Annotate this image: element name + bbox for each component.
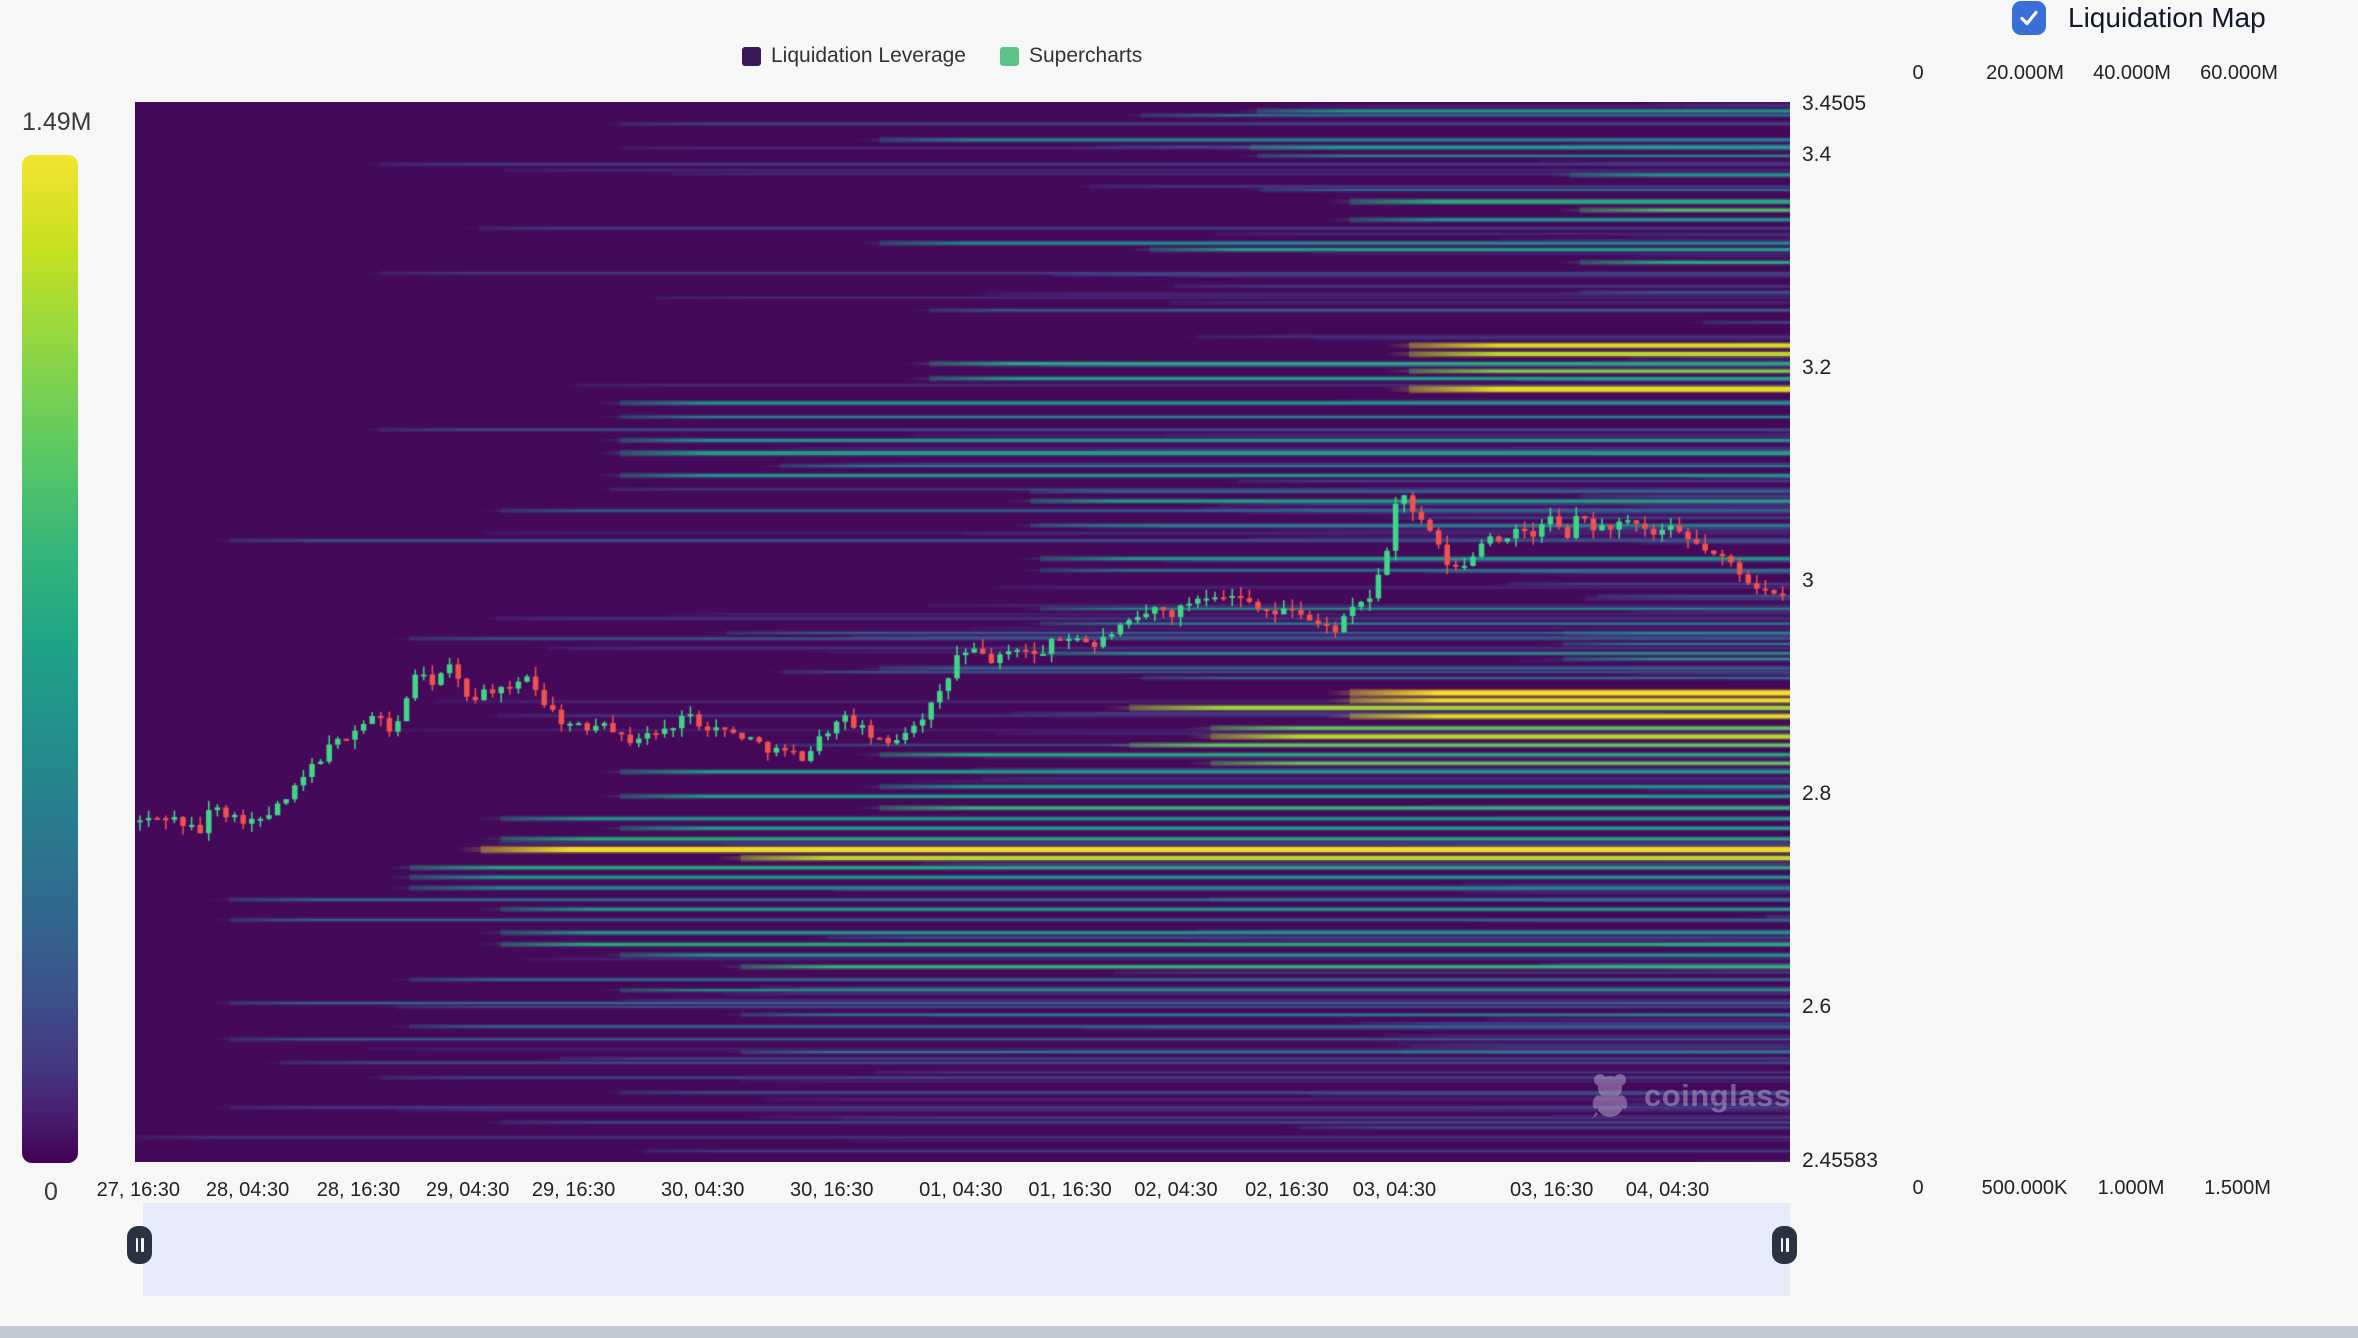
colorbar-min-label: 0 — [44, 1178, 58, 1207]
coinglass-watermark: coinglass — [1588, 1072, 1792, 1120]
legend-item-0[interactable]: Liquidation Leverage — [742, 44, 966, 68]
time-axis-tick: 03, 04:30 — [1353, 1179, 1436, 1202]
liquidation-heatmap-page: Liquidation LeverageSupercharts 1.49M 0 … — [0, 0, 2358, 1338]
map-bottom-axis-tick: 1.000M — [2098, 1177, 2165, 1200]
time-axis-tick: 03, 16:30 — [1510, 1179, 1593, 1202]
price-axis-tick: 3.4505 — [1802, 92, 1866, 116]
legend-label: Liquidation Leverage — [771, 44, 966, 68]
map-top-axis-tick: 40.000M — [2093, 62, 2171, 85]
liquidation-map-checkbox[interactable] — [2012, 1, 2046, 35]
time-axis-tick: 02, 16:30 — [1245, 1179, 1328, 1202]
time-axis-tick: 01, 16:30 — [1028, 1179, 1111, 1202]
colorbar-max-label: 1.49M — [22, 108, 91, 137]
chart-legend: Liquidation Leverage Supercharts — [742, 44, 1142, 68]
price-axis-tick: 3.4 — [1802, 143, 1831, 167]
time-axis-tick: 27, 16:30 — [97, 1179, 180, 1202]
liquidation-map-title: Liquidation Map — [2068, 2, 2266, 34]
horizontal-scrollbar[interactable] — [0, 1326, 2358, 1338]
price-axis-tick: 2.8 — [1802, 782, 1831, 806]
liquidation-map-plot[interactable] — [1915, 90, 2358, 1165]
liquidation-map-canvas[interactable] — [1915, 90, 2358, 1165]
navigator-left-handle[interactable] — [127, 1226, 152, 1264]
colorbar-gradient — [22, 155, 78, 1163]
legend-swatch — [742, 47, 761, 66]
time-axis-tick: 29, 04:30 — [426, 1179, 509, 1202]
watermark-text: coinglass — [1644, 1078, 1792, 1114]
navigator-area-canvas[interactable] — [143, 1203, 1790, 1296]
price-axis-tick: 3 — [1802, 569, 1814, 593]
map-bottom-axis-tick: 500.000K — [1982, 1177, 2068, 1200]
checkmark-icon — [2018, 7, 2040, 29]
time-axis-tick: 30, 16:30 — [790, 1179, 873, 1202]
time-axis-tick: 04, 04:30 — [1626, 1179, 1709, 1202]
time-axis-tick: 28, 04:30 — [206, 1179, 289, 1202]
map-bottom-axis-tick: 0 — [1912, 1177, 1923, 1200]
time-axis-tick: 29, 16:30 — [532, 1179, 615, 1202]
map-top-axis-tick: 20.000M — [1986, 62, 2064, 85]
time-axis-tick: 02, 04:30 — [1134, 1179, 1217, 1202]
map-top-axis-tick: 60.000M — [2200, 62, 2278, 85]
timeline-navigator[interactable] — [143, 1203, 1790, 1296]
price-axis-tick: 3.2 — [1802, 356, 1831, 380]
map-top-axis-tick: 0 — [1912, 62, 1923, 85]
navigator-right-handle[interactable] — [1772, 1226, 1797, 1264]
legend-item-1[interactable]: Supercharts — [1000, 44, 1142, 68]
liquidation-heatmap-canvas[interactable] — [135, 102, 1790, 1162]
price-axis-tick: 2.6 — [1802, 995, 1831, 1019]
time-axis-tick: 30, 04:30 — [661, 1179, 744, 1202]
legend-swatch — [1000, 47, 1019, 66]
coinglass-logo-icon — [1588, 1072, 1632, 1120]
time-axis-tick: 28, 16:30 — [317, 1179, 400, 1202]
map-bottom-axis-tick: 1.500M — [2204, 1177, 2271, 1200]
legend-label: Supercharts — [1029, 44, 1142, 68]
price-axis-tick: 2.45583 — [1802, 1149, 1878, 1173]
liquidation-heatmap-plot[interactable] — [135, 102, 1790, 1162]
time-axis-tick: 01, 04:30 — [919, 1179, 1002, 1202]
